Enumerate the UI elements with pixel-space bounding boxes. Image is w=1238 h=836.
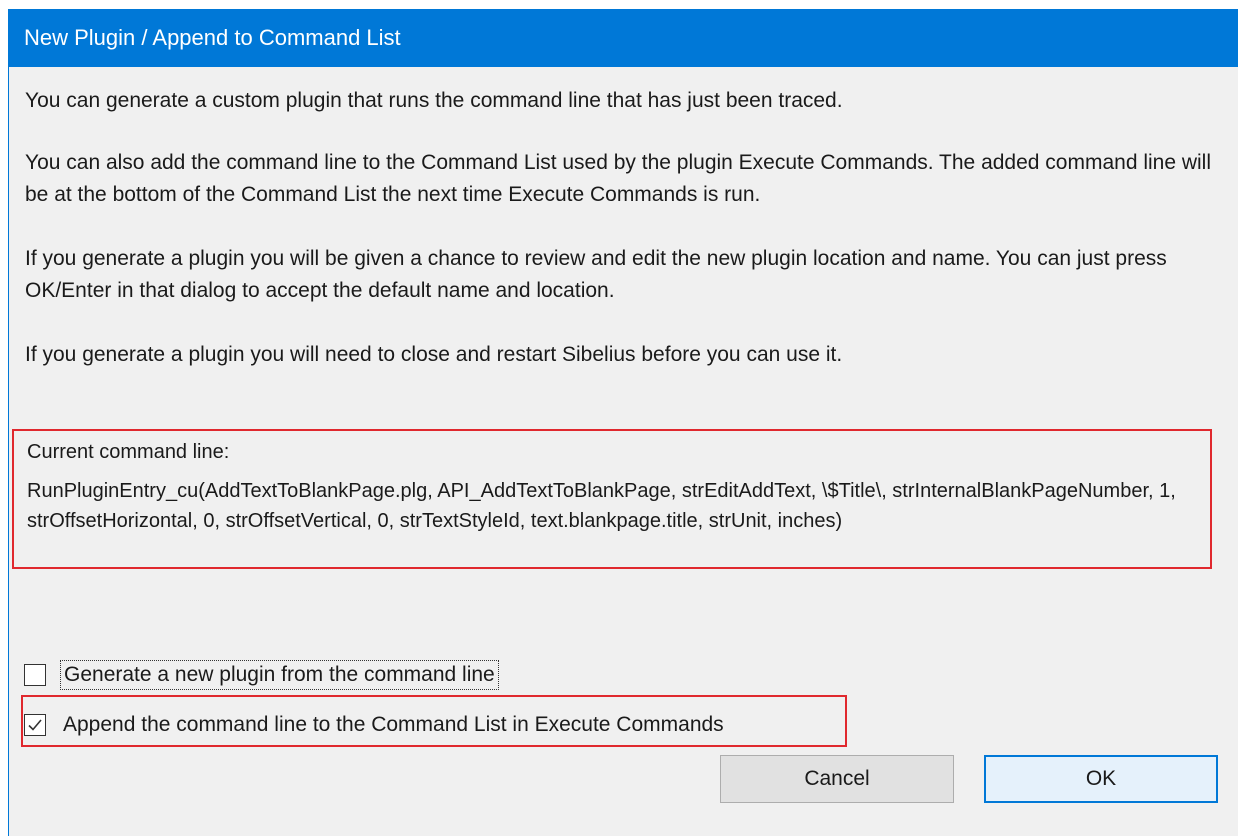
command-line-label: Current command line: [27,441,230,463]
command-list-paragraph: You can also add the command line to the… [25,151,1212,206]
generate-plugin-option[interactable]: Generate a new plugin from the command l… [24,659,499,691]
dialog-title: New Plugin / Append to Command List [9,9,1238,67]
command-line-text: RunPluginEntry_cu(AddTextToBlankPage.plg… [27,480,1176,532]
ok-button[interactable]: OK [984,755,1218,803]
command-line-section: Current command line: RunPluginEntry_cu(… [12,429,1212,569]
generate-plugin-label[interactable]: Generate a new plugin from the command l… [60,660,499,690]
intro-paragraph: You can generate a custom plugin that ru… [25,89,843,112]
generate-plugin-checkbox[interactable] [24,664,46,686]
dialog-window: New Plugin / Append to Command List You … [8,9,1238,836]
append-command-option[interactable]: Append the command line to the Command L… [24,709,727,741]
restart-paragraph: If you generate a plugin you will need t… [25,343,843,366]
append-command-checkbox[interactable] [24,714,46,736]
cancel-button[interactable]: Cancel [720,755,954,803]
append-command-label[interactable]: Append the command line to the Command L… [60,711,727,739]
review-paragraph: If you generate a plugin you will be giv… [25,247,1167,302]
checkmark-icon [28,719,42,731]
